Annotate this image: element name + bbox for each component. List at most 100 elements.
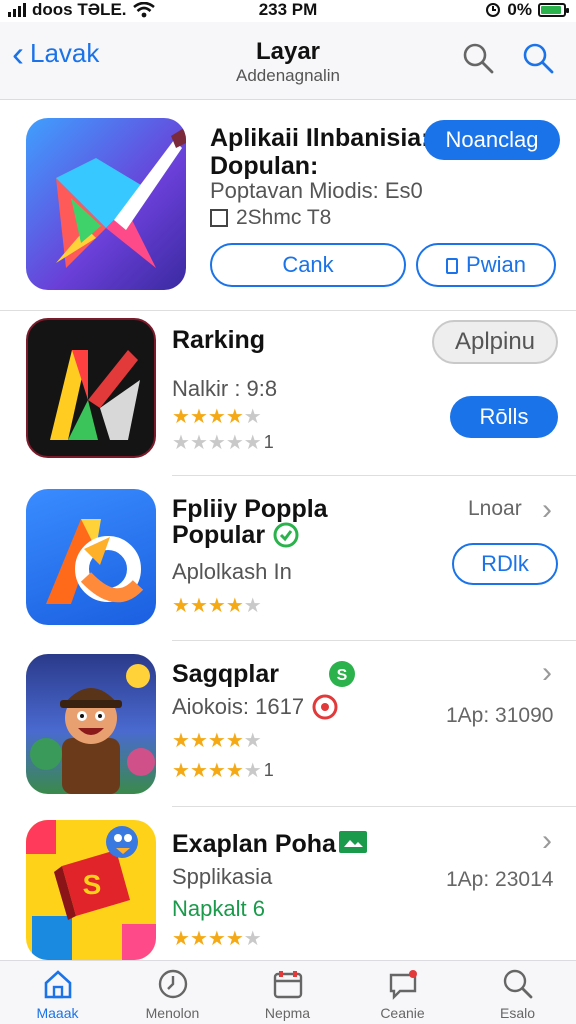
rating-count: 1 xyxy=(263,760,274,780)
app-top-button[interactable]: Aplpinu xyxy=(432,320,558,364)
star-empty-icon: ★ xyxy=(243,406,262,428)
list-item[interactable]: Rarking Nalkir : 9:8 ★ ★ ★ ★ ★ ★ ★ ★ ★ ★ 1 Aplpin… xyxy=(0,310,576,475)
star-empty-icon: ★ xyxy=(243,928,262,950)
tab-label: Menolon xyxy=(145,1005,200,1021)
featured-primary-button[interactable]: Noanclag xyxy=(424,120,560,160)
rating-stars-secondary: ★ ★ ★ ★ ★ 1 xyxy=(172,430,274,455)
checkbox[interactable] xyxy=(210,209,228,227)
tab-label: Maaak xyxy=(36,1005,79,1021)
tab-search[interactable]: Esalo xyxy=(460,967,575,1021)
app-subtitle: Nalkir : 9:8 xyxy=(172,376,278,401)
app-title: Rarking xyxy=(172,326,266,354)
app-title-line2-row: Popular xyxy=(172,521,299,549)
featured-app-card: Aplikaii Ilnbanisia: Dopulan: Poptavan M… xyxy=(0,100,576,310)
search-icon[interactable] xyxy=(460,40,496,76)
app-icon[interactable] xyxy=(26,318,156,458)
chevron-right-icon[interactable]: › xyxy=(542,824,552,858)
app-action-button[interactable]: Rōlls xyxy=(450,396,558,438)
app-top-text: Lnoar xyxy=(468,497,522,520)
battery-icon xyxy=(538,3,569,17)
chevron-right-icon[interactable]: › xyxy=(542,493,552,527)
star-filled-icon: ★ xyxy=(225,928,244,950)
star-filled-icon: ★ xyxy=(172,595,190,617)
star-filled-icon: ★ xyxy=(207,595,226,617)
battery-fill xyxy=(541,6,561,14)
app-title: Exaplan Poha xyxy=(172,830,336,858)
star-empty-icon: ★ xyxy=(207,432,226,454)
featured-checkbox-row[interactable]: 2Shmc T8 xyxy=(210,206,331,230)
k-logo-icon xyxy=(50,350,140,440)
star-filled-icon: ★ xyxy=(207,928,226,950)
chat-icon xyxy=(389,970,417,1000)
navigation-bar: ‹ Lavak Layar Addenagnalin xyxy=(0,22,576,100)
app-subtitle: Aiokois: 1617 xyxy=(172,694,305,719)
featured-app-icon[interactable] xyxy=(26,118,186,290)
list-item[interactable]: Sagqplar S Aiokois: 1617 ★ ★ ★ ★ ★ ★ ★ ★ ★ ★ 1 › … xyxy=(0,640,576,806)
target-badge-icon xyxy=(312,694,338,720)
star-filled-icon: ★ xyxy=(189,595,208,617)
tab-label: Nepma xyxy=(264,1005,311,1021)
coin-badge-icon: S xyxy=(329,661,355,687)
image-badge-icon xyxy=(339,831,367,853)
star-filled-icon: ★ xyxy=(225,595,244,617)
rating-stars: ★ ★ ★ ★ ★ xyxy=(172,593,262,618)
rating-stars: ★ ★ ★ ★ ★ xyxy=(172,926,262,951)
home-icon xyxy=(44,970,71,999)
star-filled-icon: ★ xyxy=(172,406,190,428)
chevron-right-icon[interactable]: › xyxy=(542,656,552,690)
search-icon-accent[interactable] xyxy=(520,40,556,76)
tab-home[interactable]: Maaak xyxy=(0,967,115,1021)
app-title-line2: Popular xyxy=(172,521,266,549)
blocks-game-icon: S xyxy=(26,820,156,960)
featured-secondary-button[interactable]: Cank xyxy=(210,243,406,287)
status-bar: doos TƏLE. 233 PM 0% xyxy=(0,0,576,22)
app-subtitle-row: Aiokois: 1617 xyxy=(172,694,338,720)
tab-nepma[interactable]: Nepma xyxy=(230,967,345,1021)
star-filled-icon: ★ xyxy=(225,730,244,752)
verified-badge-icon xyxy=(273,522,299,548)
star-filled-icon: ★ xyxy=(207,760,226,782)
star-filled-icon: ★ xyxy=(207,406,226,428)
svg-text:S: S xyxy=(83,869,102,900)
tertiary-button-label: Pwian xyxy=(466,252,526,277)
list-item[interactable]: S Exaplan Poha Spplikasia Napkalt 6 ★ ★ ★ ★… xyxy=(0,806,576,960)
tab-ceanie[interactable]: Ceanie xyxy=(345,967,460,1021)
app-icon[interactable] xyxy=(26,489,156,625)
app-subtitle: Spplikasia xyxy=(172,864,273,889)
tab-label: Ceanie xyxy=(380,1005,425,1021)
app-subtitle: Aplolkash In xyxy=(172,559,292,584)
star-filled-icon: ★ xyxy=(172,760,190,782)
rating-stars: ★ ★ ★ ★ ★ xyxy=(172,728,262,753)
app-right-text: 1Ap: 31090 xyxy=(446,704,554,727)
star-filled-icon: ★ xyxy=(189,760,208,782)
star-empty-icon: ★ xyxy=(189,432,208,454)
star-empty-icon: ★ xyxy=(225,432,244,454)
tab-menolon[interactable]: Menolon xyxy=(115,967,230,1021)
star-filled-icon: ★ xyxy=(189,406,208,428)
star-filled-icon: ★ xyxy=(189,928,208,950)
app-icon[interactable]: S xyxy=(26,820,156,960)
star-empty-icon: ★ xyxy=(243,760,262,782)
featured-meta: Poptavan Miodis: Es0 xyxy=(210,178,423,203)
search-icon xyxy=(503,969,532,999)
paintbrush-x-icon xyxy=(56,128,186,268)
app-right-text: 1Ap: 23014 xyxy=(446,868,554,891)
star-filled-icon: ★ xyxy=(172,730,190,752)
app-title: Sagqplar xyxy=(172,660,279,688)
document-icon xyxy=(446,258,459,274)
app-icon[interactable] xyxy=(26,654,156,794)
star-empty-icon: ★ xyxy=(243,730,262,752)
rating-count: 1 xyxy=(263,432,274,452)
featured-title-line1: Aplikaii Ilnbanisia: xyxy=(210,124,430,152)
tab-bar: Maaak Menolon Nepma Ceanie Esalo xyxy=(0,960,576,1024)
star-filled-icon: ★ xyxy=(207,730,226,752)
svg-text:S: S xyxy=(337,667,348,684)
status-right: 0% xyxy=(485,0,569,20)
calendar-icon xyxy=(273,971,302,999)
game-character-icon xyxy=(30,664,155,794)
star-empty-icon: ★ xyxy=(243,432,262,454)
featured-tertiary-button[interactable]: Pwian xyxy=(416,243,556,287)
list-item[interactable]: Fpliiy Poppla Popular Aplolkash In ★ ★ ★ ★ ★… xyxy=(0,475,576,640)
app-action-button[interactable]: RDlk xyxy=(452,543,558,585)
star-filled-icon: ★ xyxy=(225,760,244,782)
